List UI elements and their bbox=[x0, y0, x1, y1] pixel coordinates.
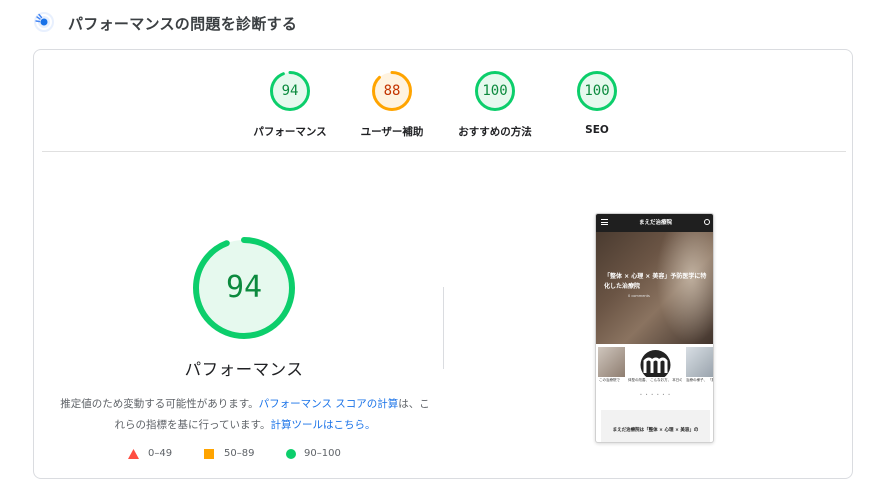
square-icon bbox=[204, 449, 214, 459]
thumbnail bbox=[686, 347, 713, 377]
performance-title: パフォーマンス bbox=[184, 360, 304, 379]
gauge-score: 100 bbox=[482, 83, 508, 99]
gauge-seo[interactable]: 100 SEO bbox=[542, 70, 652, 136]
description-text: 推定値のため変動する可能性があります。 bbox=[60, 398, 259, 410]
thumbnail-captions: この治療院で 体型の改善、 こんなお方、 本日の治療 治療の様子、 「腰が痛い」 bbox=[596, 378, 713, 390]
caption: この治療院で bbox=[599, 378, 620, 382]
logo-m-icon bbox=[640, 350, 671, 380]
gauge-score: 100 bbox=[584, 83, 610, 99]
gauge-ring: 88 bbox=[371, 70, 413, 112]
gauge-score: 88 bbox=[383, 83, 401, 99]
screenshot-hero-image: 「整体 × 心理 × 美容」予防医学に特化した治療院 0 comments bbox=[596, 232, 713, 344]
search-icon bbox=[704, 219, 710, 225]
report-card: 94 パフォーマンス 88 ユーザー補助 100 おすすめの方法 100 SEO… bbox=[33, 49, 853, 479]
section-header: パフォーマンスの問題を診断する bbox=[0, 0, 877, 48]
screenshot-thumbnails bbox=[596, 347, 713, 380]
score-legend: 0–49 50–89 90–100 bbox=[128, 446, 388, 462]
performance-big-gauge: 94 bbox=[192, 236, 296, 340]
screenshot-footer-card: まえだ治療院は「整体 × 心理 × 美容」の bbox=[601, 410, 710, 442]
gauge-label: ユーザー補助 bbox=[360, 126, 424, 138]
circle-icon bbox=[286, 449, 296, 459]
gauge-score: 94 bbox=[281, 83, 299, 99]
calculator-link[interactable]: 計算ツールはこちら。 bbox=[270, 419, 375, 431]
caption: 治療の様子、 「腰が痛い」 bbox=[686, 378, 713, 382]
gauge-label: SEO bbox=[585, 124, 609, 136]
hero-meta: 0 comments bbox=[628, 294, 650, 298]
screenshot-header: まえだ治療院 bbox=[596, 214, 713, 232]
gauge-label: パフォーマンス bbox=[253, 126, 327, 138]
carousel-dots: • • • • • • bbox=[639, 392, 672, 397]
section-title: パフォーマンスの問題を診断する bbox=[68, 15, 298, 33]
thumbnail-logo bbox=[627, 347, 684, 380]
lighthouse-gauge-icon bbox=[34, 12, 54, 32]
performance-big-score: 94 bbox=[225, 270, 263, 305]
footer-card-text: まえだ治療院は「整体 × 心理 × 美容」の bbox=[612, 428, 699, 433]
hero-text: 「整体 × 心理 × 美容」予防医学に特化した治療院 bbox=[604, 273, 707, 290]
gauge-accessibility[interactable]: 88 ユーザー補助 bbox=[337, 70, 447, 139]
category-gauges: 94 パフォーマンス 88 ユーザー補助 100 おすすめの方法 100 SEO bbox=[34, 50, 854, 152]
legend-range: 90–100 bbox=[304, 448, 341, 459]
performance-summary: 94 パフォーマンス bbox=[144, 236, 344, 476]
legend-range: 0–49 bbox=[148, 448, 173, 459]
triangle-icon bbox=[128, 449, 139, 459]
caption: 体型の改善、 こんなお方、 本日の治療 bbox=[628, 378, 682, 382]
gauge-ring: 100 bbox=[576, 70, 618, 112]
thumbnail bbox=[598, 347, 625, 377]
screenshot-site-title: まえだ治療院 bbox=[638, 220, 672, 226]
gauge-label: おすすめの方法 bbox=[458, 126, 532, 138]
score-calculation-link[interactable]: パフォーマンス スコアの計算 bbox=[259, 398, 399, 410]
page-screenshot: まえだ治療院 「整体 × 心理 × 美容」予防医学に特化した治療院 0 comm… bbox=[595, 213, 714, 443]
gauge-performance[interactable]: 94 パフォーマンス bbox=[235, 70, 345, 139]
gauge-best-practices[interactable]: 100 おすすめの方法 bbox=[440, 70, 550, 139]
gauges-divider bbox=[42, 151, 846, 152]
gauge-ring: 100 bbox=[474, 70, 516, 112]
score-description: 推定値のため変動する可能性があります。パフォーマンス スコアの計算は、これらの指… bbox=[60, 394, 430, 436]
legend-range: 50–89 bbox=[224, 448, 255, 459]
gauge-ring: 94 bbox=[269, 70, 311, 112]
summary-divider bbox=[443, 287, 444, 369]
